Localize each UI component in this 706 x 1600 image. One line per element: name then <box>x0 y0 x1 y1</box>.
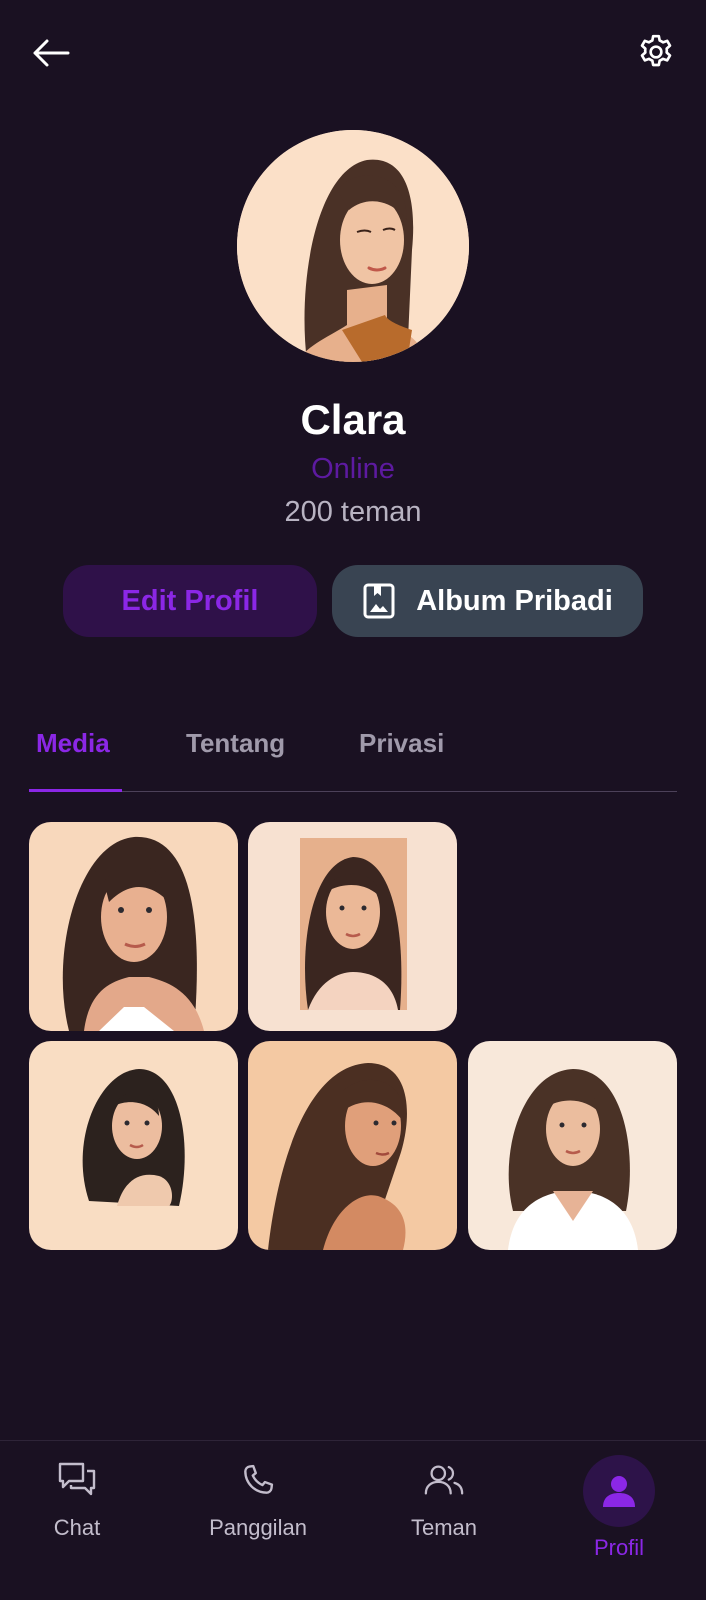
tab-privasi[interactable]: Privasi <box>359 728 444 759</box>
media-item[interactable] <box>29 822 238 1031</box>
media-item[interactable] <box>248 1041 457 1250</box>
nav-label-profil: Profil <box>593 1535 645 1560</box>
media-thumbnail-1 <box>29 822 238 1031</box>
media-item[interactable] <box>29 1041 238 1250</box>
phone-icon <box>237 1459 279 1501</box>
media-thumbnail-3 <box>29 1041 238 1250</box>
private-album-button[interactable]: Album Pribadi <box>332 565 643 637</box>
media-thumbnail-4 <box>248 1041 457 1250</box>
online-status: Online <box>311 453 395 485</box>
edit-profile-label: Edit Profil <box>121 584 259 617</box>
nav-label-panggilan: Panggilan <box>209 1515 307 1540</box>
bottom-navigation: Chat Panggilan Teman Profil <box>0 1440 706 1600</box>
nav-item-teman[interactable]: Teman <box>398 1441 490 1600</box>
media-thumbnail-2 <box>248 822 457 1031</box>
friends-count: 200 teman <box>284 496 422 528</box>
user-icon <box>603 1476 635 1507</box>
album-bookmark-icon <box>362 582 396 620</box>
profile-name: Clara <box>300 396 406 443</box>
edit-profile-button[interactable]: Edit Profil <box>63 565 317 637</box>
private-album-label: Album Pribadi <box>416 584 613 617</box>
avatar-illustration <box>237 130 469 362</box>
gear-icon <box>640 34 672 67</box>
nav-item-panggilan[interactable]: Panggilan <box>198 1441 318 1600</box>
chat-icon <box>56 1459 98 1501</box>
active-nav-highlight <box>583 1455 655 1527</box>
media-item[interactable] <box>248 822 457 1031</box>
nav-label-chat: Chat <box>53 1515 101 1540</box>
nav-item-chat[interactable]: Chat <box>36 1441 118 1600</box>
back-button[interactable] <box>28 30 74 76</box>
tab-media[interactable]: Media <box>36 728 110 759</box>
profile-avatar[interactable] <box>237 130 469 362</box>
profile-tabs: Media Tentang Privasi <box>29 700 677 792</box>
nav-label-teman: Teman <box>410 1515 478 1540</box>
settings-button[interactable] <box>632 28 680 76</box>
media-thumbnail-5 <box>468 1041 677 1250</box>
nav-item-profil[interactable]: Profil <box>578 1441 660 1600</box>
media-item[interactable] <box>468 1041 677 1250</box>
tab-tentang[interactable]: Tentang <box>186 728 285 759</box>
arrow-left-icon <box>33 39 70 67</box>
friends-icon <box>423 1459 465 1501</box>
top-bar <box>0 0 706 110</box>
active-tab-indicator <box>29 789 122 792</box>
